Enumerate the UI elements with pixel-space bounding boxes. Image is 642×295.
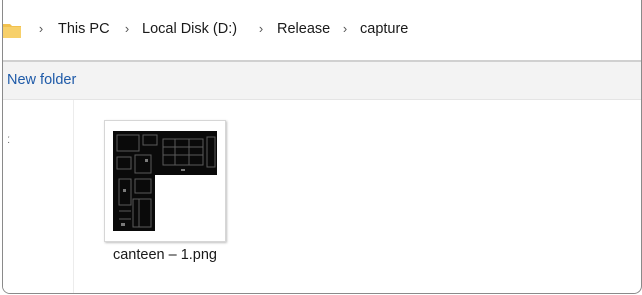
breadcrumb-separator: › <box>38 21 44 36</box>
navigation-pane[interactable]: ː <box>3 100 74 293</box>
file-name-label[interactable]: canteen – 1.png <box>100 247 230 263</box>
breadcrumb-separator[interactable]: › <box>340 21 350 36</box>
nav-pane-item[interactable]: ː <box>7 132 10 146</box>
breadcrumb-separator[interactable]: › <box>122 21 132 36</box>
file-list-area[interactable]: canteen – 1.png <box>74 100 641 293</box>
breadcrumb-item-local-disk[interactable]: Local Disk (D:) <box>142 21 237 37</box>
floorplan-thumbnail <box>113 131 217 231</box>
breadcrumb-item-capture[interactable]: capture <box>360 21 408 37</box>
folder-icon <box>3 24 21 38</box>
image-thumbnail-icon[interactable] <box>104 120 226 242</box>
new-folder-button[interactable]: New folder <box>7 72 76 88</box>
address-bar[interactable]: › This PC › Local Disk (D:) › Release › … <box>3 0 641 62</box>
breadcrumb-separator[interactable]: › <box>256 21 266 36</box>
command-bar: New folder <box>3 62 641 100</box>
file-item[interactable]: canteen – 1.png <box>100 120 240 270</box>
breadcrumb-item-this-pc[interactable]: This PC <box>58 21 110 37</box>
breadcrumb-item-release[interactable]: Release <box>277 21 330 37</box>
explorer-window: › This PC › Local Disk (D:) › Release › … <box>2 0 642 294</box>
